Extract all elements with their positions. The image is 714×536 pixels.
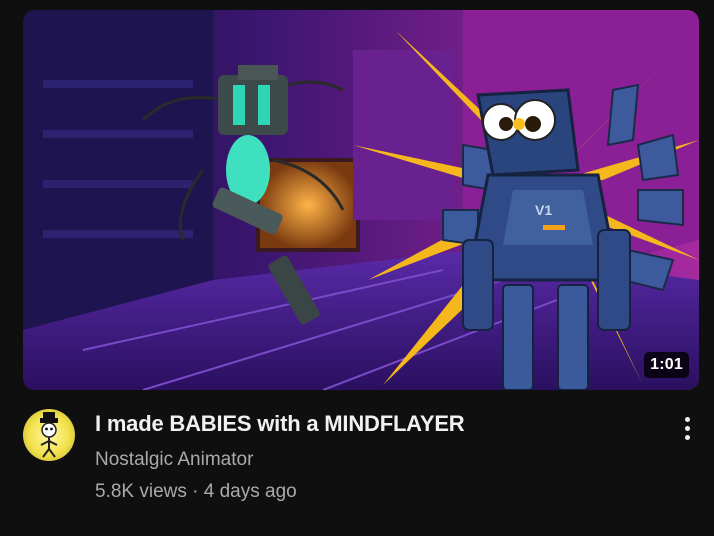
video-card[interactable]: V1 1:01 I made BABIES with a MINDFLAYER …: [0, 0, 714, 536]
thumbnail-v1-text: V1: [535, 202, 552, 218]
more-vert-icon[interactable]: [673, 410, 701, 446]
upload-age: 4 days ago: [203, 481, 297, 502]
avatar-figure-icon: [40, 412, 58, 458]
menu-dot: [684, 425, 690, 431]
thumbnail-art: V1: [23, 10, 699, 390]
video-title[interactable]: I made BABIES with a MINDFLAYER: [95, 411, 465, 437]
channel-name[interactable]: Nostalgic Animator: [95, 449, 253, 471]
duration-badge: 1:01: [644, 352, 689, 378]
video-thumbnail[interactable]: V1 1:01: [23, 10, 699, 390]
menu-dot: [684, 434, 690, 440]
menu-dot: [684, 416, 690, 422]
video-metadata: 5.8K views · 4 days ago: [95, 481, 297, 503]
view-count: 5.8K views: [95, 481, 187, 502]
channel-avatar[interactable]: [23, 409, 75, 461]
meta-separator: ·: [186, 481, 204, 502]
